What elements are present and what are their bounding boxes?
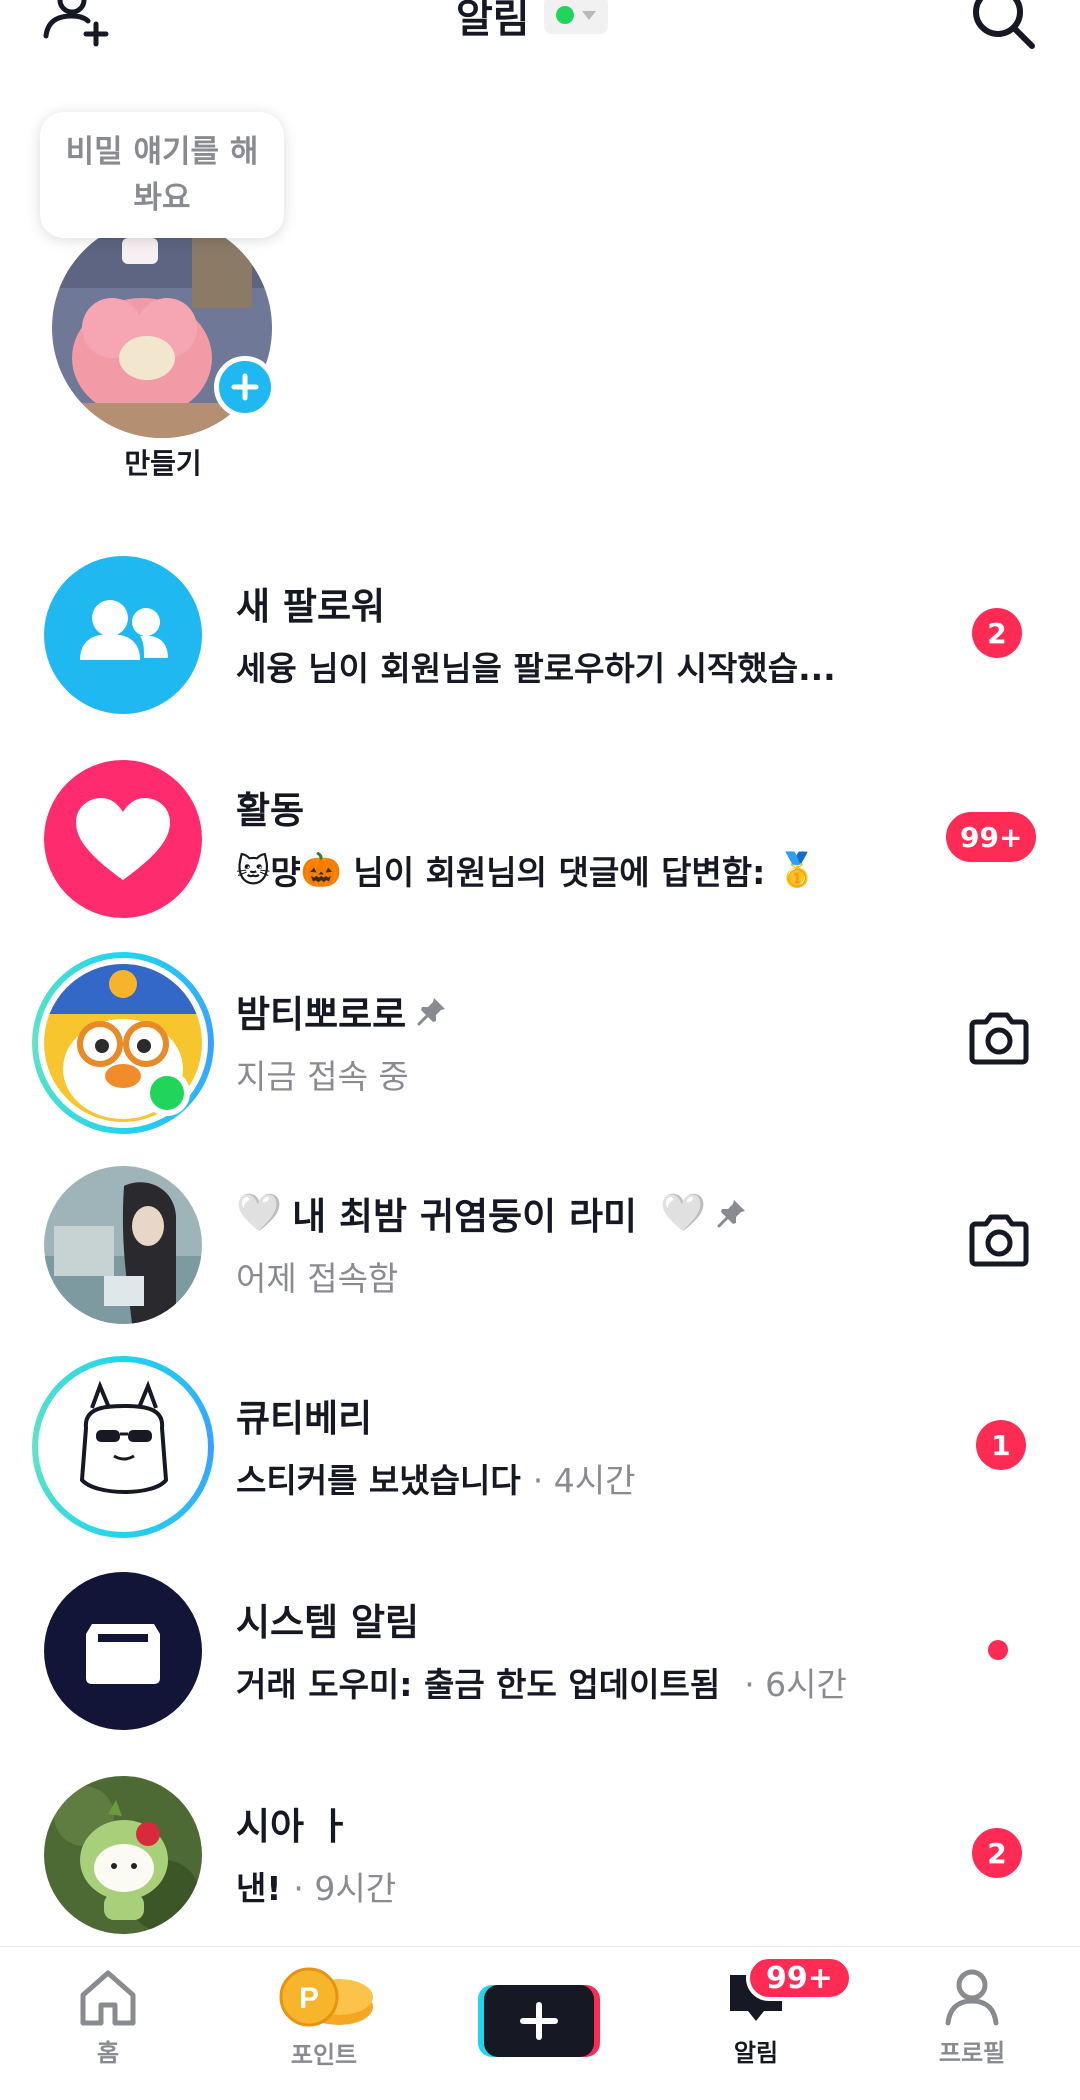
- timestamp: · 4시간: [532, 1461, 636, 1500]
- page-title: 알림: [456, 0, 530, 42]
- nav-points[interactable]: P 포인트: [254, 1967, 394, 2097]
- unread-dot: [988, 1640, 1008, 1660]
- plus-icon: [231, 373, 259, 401]
- row-subtitle: 🐱 먕 🎃 님이 회원님의 댓글에 답변함: 🥇: [236, 846, 818, 894]
- followers-avatar: [44, 556, 202, 714]
- top-bar: 알림: [0, 0, 1080, 70]
- heart-emoji: 🤍: [659, 1191, 707, 1234]
- nav-points-label: 포인트: [290, 2041, 358, 2069]
- row-title: 시스템 알림: [236, 1601, 420, 1644]
- list-item-new-followers[interactable]: 새 팔로워 세융 님이 회원님을 팔로우하기 시작했습... 2: [0, 540, 1080, 720]
- add-story-button[interactable]: [214, 356, 276, 418]
- status-selector[interactable]: [543, 0, 608, 34]
- timestamp: · 6시간: [744, 1665, 847, 1704]
- sender-name: 먕: [270, 853, 301, 892]
- unread-badge: 99+: [946, 812, 1037, 862]
- pumpkin-emoji: 🎃: [300, 850, 342, 889]
- inbox-icon: [86, 1624, 160, 1684]
- story-create[interactable]: 비밀 얘기를 해 봐요 만들기: [38, 108, 298, 488]
- coins-icon: P: [279, 1967, 373, 2027]
- row-subtitle: 지금 접속 중: [236, 1057, 409, 1096]
- contact-name: 내 최밤 귀염둥이 라미: [292, 1195, 650, 1238]
- system-avatar: [44, 1572, 202, 1730]
- row-title: 새 팔로워: [236, 585, 386, 628]
- heart-emoji: 🤍: [236, 1191, 283, 1234]
- avatar: [44, 1166, 202, 1324]
- online-indicator: [144, 1070, 190, 1116]
- message-preview: 거래 도우미: 출금 한도 업데이트됨: [236, 1665, 721, 1704]
- home-icon: [80, 1970, 136, 2026]
- row-subtitle: 세융 님이 회원님을 팔로우하기 시작했습...: [236, 649, 836, 688]
- medal-emoji: 🥇: [776, 850, 818, 889]
- profile-icon: [945, 1969, 999, 2026]
- search-icon[interactable]: [968, 0, 1038, 52]
- message-preview: 낸!: [236, 1869, 282, 1908]
- inbox-badge: 99+: [746, 1955, 853, 2001]
- row-subtitle: 스티커를 보냈습니다 · 4시간: [236, 1454, 635, 1502]
- story-create-label: 만들기: [124, 447, 202, 480]
- list-item-lami[interactable]: 🤍 내 최밤 귀염둥이 라미 🤍 어제 접속함: [0, 1150, 1080, 1330]
- online-status-icon: [555, 6, 574, 24]
- row-subtitle: 낸! · 9시간: [236, 1862, 396, 1910]
- row-subtitle: 어제 접속함: [236, 1259, 399, 1298]
- row-title: 시아 ㅏ: [236, 1805, 352, 1848]
- row-subtitle: 거래 도우미: 출금 한도 업데이트됨 · 6시간: [236, 1658, 847, 1706]
- unread-badge: 2: [972, 1828, 1022, 1878]
- title-area[interactable]: 알림: [456, 0, 608, 44]
- chevron-down-icon: [581, 10, 596, 20]
- camera-icon[interactable]: [966, 1212, 1032, 1268]
- story-prompt-text: 비밀 얘기를 해 봐요: [65, 133, 259, 217]
- contact-name: 밤티뽀로로: [236, 993, 407, 1036]
- activity-avatar: [44, 760, 202, 918]
- create-button[interactable]: [478, 1981, 600, 2061]
- list-item-system[interactable]: 시스템 알림 거래 도우미: 출금 한도 업데이트됨 · 6시간: [0, 1556, 1080, 1736]
- people-icon: [80, 600, 168, 660]
- nav-home-label: 홈: [96, 2039, 120, 2067]
- story-prompt-bubble: 비밀 얘기를 해 봐요: [40, 112, 284, 238]
- pin-icon: [717, 1200, 746, 1228]
- avatar: [44, 1776, 202, 1934]
- nav-profile[interactable]: 프로필: [902, 1967, 1042, 2097]
- camera-icon[interactable]: [966, 1010, 1032, 1066]
- list-item-sia[interactable]: 시아 ㅏ 낸! · 9시간 2: [0, 1760, 1080, 1940]
- activity-text: 님이 회원님의 댓글에 답변함:: [341, 853, 777, 892]
- nav-inbox-label: 알림: [733, 2039, 779, 2067]
- cat-emoji: 🐱: [236, 850, 271, 890]
- bottom-nav: 홈 P 포인트 알림 99+ 프로필: [0, 1946, 1080, 2100]
- message-preview: 스티커를 보냈습니다: [236, 1461, 521, 1500]
- pin-icon: [417, 998, 446, 1026]
- avatar-ring: [32, 952, 214, 1134]
- nav-home[interactable]: 홈: [38, 1967, 178, 2097]
- list-item-cutieberry[interactable]: 큐티베리 스티커를 보냈습니다 · 4시간 1: [0, 1352, 1080, 1538]
- unread-badge: 1: [976, 1420, 1026, 1470]
- heart-icon: [76, 798, 170, 880]
- list-item-bamti-pororo[interactable]: 밤티뽀로로 지금 접속 중: [0, 948, 1080, 1134]
- list-item-activity[interactable]: 활동 🐱 먕 🎃 님이 회원님의 댓글에 답변함: 🥇 99+: [0, 744, 1080, 924]
- svg-text:P: P: [299, 1982, 319, 2015]
- avatar: [44, 1368, 202, 1526]
- add-friend-icon[interactable]: [40, 0, 120, 50]
- nav-profile-label: 프로필: [938, 2039, 1006, 2067]
- avatar-ring: [32, 1356, 214, 1538]
- timestamp: · 9시간: [293, 1869, 397, 1908]
- row-title: 큐티베리: [236, 1397, 373, 1440]
- row-title: 활동: [236, 789, 305, 832]
- row-title: 🤍 내 최밤 귀염둥이 라미 🤍: [236, 1186, 748, 1240]
- row-title: 밤티뽀로로: [236, 984, 448, 1038]
- unread-badge: 2: [972, 608, 1022, 658]
